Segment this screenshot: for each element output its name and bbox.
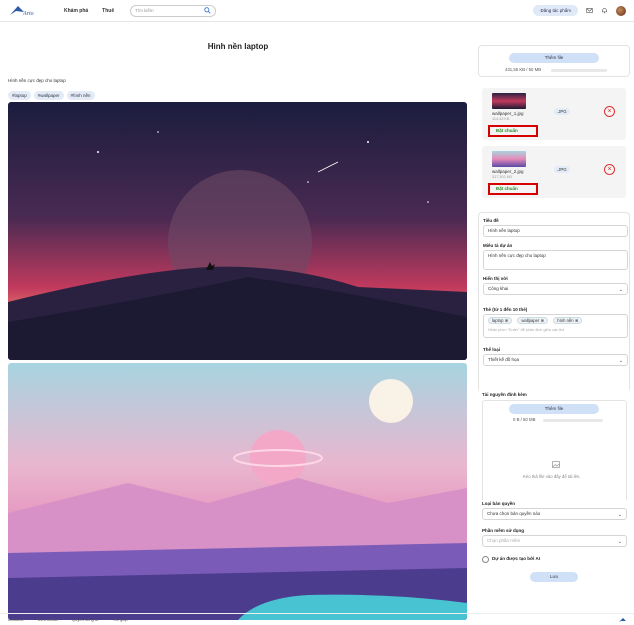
tag-chip[interactable]: laptop ⊗ bbox=[488, 317, 513, 324]
search-placeholder: Tìm kiếm bbox=[135, 8, 154, 13]
chevron-down-icon: ⌄ bbox=[618, 358, 623, 364]
image-icon bbox=[552, 461, 560, 468]
attach-add-button[interactable]: Thêm file bbox=[509, 404, 599, 414]
software-label: Phần mềm sử dụng bbox=[482, 528, 525, 533]
tag-wallpaper[interactable]: #wallpaper bbox=[33, 91, 64, 100]
ai-generated-checkbox[interactable] bbox=[482, 556, 489, 563]
file-extension: .JPG bbox=[554, 166, 570, 173]
set-cover-button[interactable]: Đặt chuẩn bbox=[488, 125, 538, 137]
file-size: 317,302 KB bbox=[492, 175, 512, 179]
description-value: Hình nền cực đẹp cho laptop bbox=[488, 253, 546, 258]
title-input[interactable]: Hình nền laptop bbox=[483, 225, 628, 237]
footer-link[interactable]: Artworke bbox=[8, 617, 24, 622]
add-file-label: Thêm file bbox=[544, 55, 564, 60]
attach-add-label: Thêm file bbox=[544, 406, 564, 411]
license-value: Chưa chọn bản quyền nào bbox=[487, 511, 541, 516]
chevron-down-icon: ⌄ bbox=[618, 287, 623, 293]
license-label: Loại bản quyền bbox=[482, 501, 516, 506]
extra-fields: Loại bản quyền Chưa chọn bản quyền nào ⌄ … bbox=[478, 500, 630, 600]
title-value: Hình nền laptop bbox=[488, 228, 520, 233]
category-value: Thiết kế đồ họa bbox=[488, 357, 520, 362]
footer-link[interactable]: Điều khoản bbox=[38, 617, 58, 622]
set-cover-label: Đặt chuẩn bbox=[496, 128, 518, 133]
svg-text:Arto: Arto bbox=[22, 11, 34, 17]
tag-chip-label: laptop bbox=[492, 318, 504, 323]
file-list: wallpaper_1.jpg 114,43 KB .JPG × Đặt chu… bbox=[478, 84, 630, 208]
footer-logo-icon bbox=[619, 617, 626, 622]
tag-chip[interactable]: hình nền ⊗ bbox=[553, 317, 583, 324]
attach-drop-hint: Kéo thả file vào đây để tải lên. bbox=[523, 474, 581, 479]
file-extension: .JPG bbox=[554, 108, 570, 115]
close-icon: × bbox=[607, 108, 612, 115]
description-label: Miêu tả dự án bbox=[483, 243, 513, 248]
software-placeholder: Chọn phần mềm bbox=[487, 538, 521, 543]
category-select[interactable]: Thiết kế đồ họa ⌄ bbox=[483, 354, 628, 366]
page-title: Hình nền laptop bbox=[207, 42, 269, 51]
file-name: wallpaper_1.jpg bbox=[492, 111, 524, 116]
save-button[interactable]: Lưu bbox=[530, 572, 578, 582]
set-cover-button[interactable]: Đặt chuẩn bbox=[488, 183, 538, 195]
tag-laptop[interactable]: #laptop bbox=[8, 91, 31, 100]
edit-sidebar: Thêm file 431,55 KB / 50 MB wallpaper_1.… bbox=[478, 44, 630, 604]
add-file-button[interactable]: Thêm file bbox=[509, 53, 599, 63]
upload-card: Thêm file 431,55 KB / 50 MB bbox=[478, 45, 630, 77]
file-thumbnail bbox=[492, 93, 526, 109]
visibility-value: Công khai bbox=[488, 286, 509, 291]
chevron-down-icon: ⌄ bbox=[617, 512, 622, 518]
ai-generated-label: Dự án được tạo bởi AI bbox=[492, 556, 541, 561]
file-item: wallpaper_2.jpg 317,302 KB .JPG × Đặt ch… bbox=[482, 146, 626, 198]
avatar[interactable] bbox=[616, 5, 626, 16]
close-icon: × bbox=[607, 166, 612, 173]
tags-input[interactable]: laptop ⊗ wallpaper ⊗ hình nền ⊗ Nhấn phí… bbox=[483, 314, 628, 338]
bell-icon[interactable] bbox=[601, 7, 608, 14]
top-navigation-bar: Arto Khám phá Thuê Tìm kiếm Đăng tác phẩ… bbox=[0, 0, 634, 22]
mail-icon[interactable] bbox=[586, 7, 593, 14]
attachments-section: Tài nguyên đính kèm Thêm file 0 B / 50 M… bbox=[478, 388, 630, 508]
search-input[interactable]: Tìm kiếm bbox=[130, 4, 217, 17]
nav-explore[interactable]: Khám phá bbox=[64, 8, 88, 14]
upload-usage: 431,55 KB / 50 MB bbox=[505, 67, 542, 72]
file-size: 114,43 KB bbox=[492, 117, 510, 121]
attachments-dropzone[interactable]: Thêm file 0 B / 50 MB Kéo thả file vào đ… bbox=[482, 400, 627, 504]
visibility-label: Hiển thị với bbox=[483, 276, 508, 281]
license-select[interactable]: Chưa chọn bản quyền nào ⌄ bbox=[482, 508, 627, 520]
remove-file-button[interactable]: × bbox=[604, 106, 615, 117]
attachments-label: Tài nguyên đính kèm bbox=[482, 392, 527, 397]
tag-chip[interactable]: wallpaper ⊗ bbox=[517, 317, 548, 324]
description-textarea[interactable]: Hình nền cực đẹp cho laptop bbox=[483, 250, 628, 270]
attach-usage: 0 B / 50 MB bbox=[513, 417, 536, 422]
tag-hinh-nen[interactable]: #hình nền bbox=[66, 91, 95, 100]
file-name: wallpaper_2.jpg bbox=[492, 169, 524, 174]
wallpaper-image-2 bbox=[8, 363, 467, 620]
project-description: Hình nền cực đẹp cho laptop bbox=[8, 78, 66, 83]
visibility-select[interactable]: Công khai ⌄ bbox=[483, 283, 628, 295]
set-cover-label: Đặt chuẩn bbox=[496, 186, 518, 191]
file-item: wallpaper_1.jpg 114,43 KB .JPG × Đặt chu… bbox=[482, 88, 626, 140]
remove-file-button[interactable]: × bbox=[604, 164, 615, 175]
tags-label: Thẻ (từ 1 đến 10 thẻ) bbox=[483, 307, 528, 312]
upload-usage-bar bbox=[551, 69, 607, 72]
search-icon[interactable] bbox=[204, 7, 211, 14]
chevron-down-icon: ⌄ bbox=[617, 539, 622, 545]
wallpaper-image-1 bbox=[8, 102, 467, 360]
footer-link[interactable]: Quyền riêng tư bbox=[72, 617, 99, 622]
post-artwork-button[interactable]: Đăng tác phẩm bbox=[533, 5, 578, 16]
nav-hire[interactable]: Thuê bbox=[102, 8, 114, 14]
footer-link[interactable]: Trợ giúp bbox=[113, 617, 128, 622]
footer: Artworke Điều khoản Quyền riêng tư Trợ g… bbox=[0, 613, 634, 625]
file-thumbnail bbox=[492, 151, 526, 167]
category-label: Thể loại bbox=[483, 347, 501, 352]
tags-hint: Nhấn phím "Enter" để phân định giữa các … bbox=[488, 328, 565, 332]
logo[interactable]: Arto bbox=[8, 3, 42, 19]
tag-chip-label: wallpaper bbox=[521, 318, 540, 323]
attach-usage-bar bbox=[543, 419, 603, 422]
tag-chip-label: hình nền bbox=[557, 318, 574, 323]
project-preview: Hình nền laptop Hình nền cực đẹp cho lap… bbox=[8, 22, 468, 620]
save-label: Lưu bbox=[549, 574, 559, 579]
project-tags: #laptop #wallpaper #hình nền bbox=[8, 91, 95, 100]
title-label: Tiêu đề bbox=[483, 218, 499, 223]
software-select[interactable]: Chọn phần mềm ⌄ bbox=[482, 535, 627, 547]
